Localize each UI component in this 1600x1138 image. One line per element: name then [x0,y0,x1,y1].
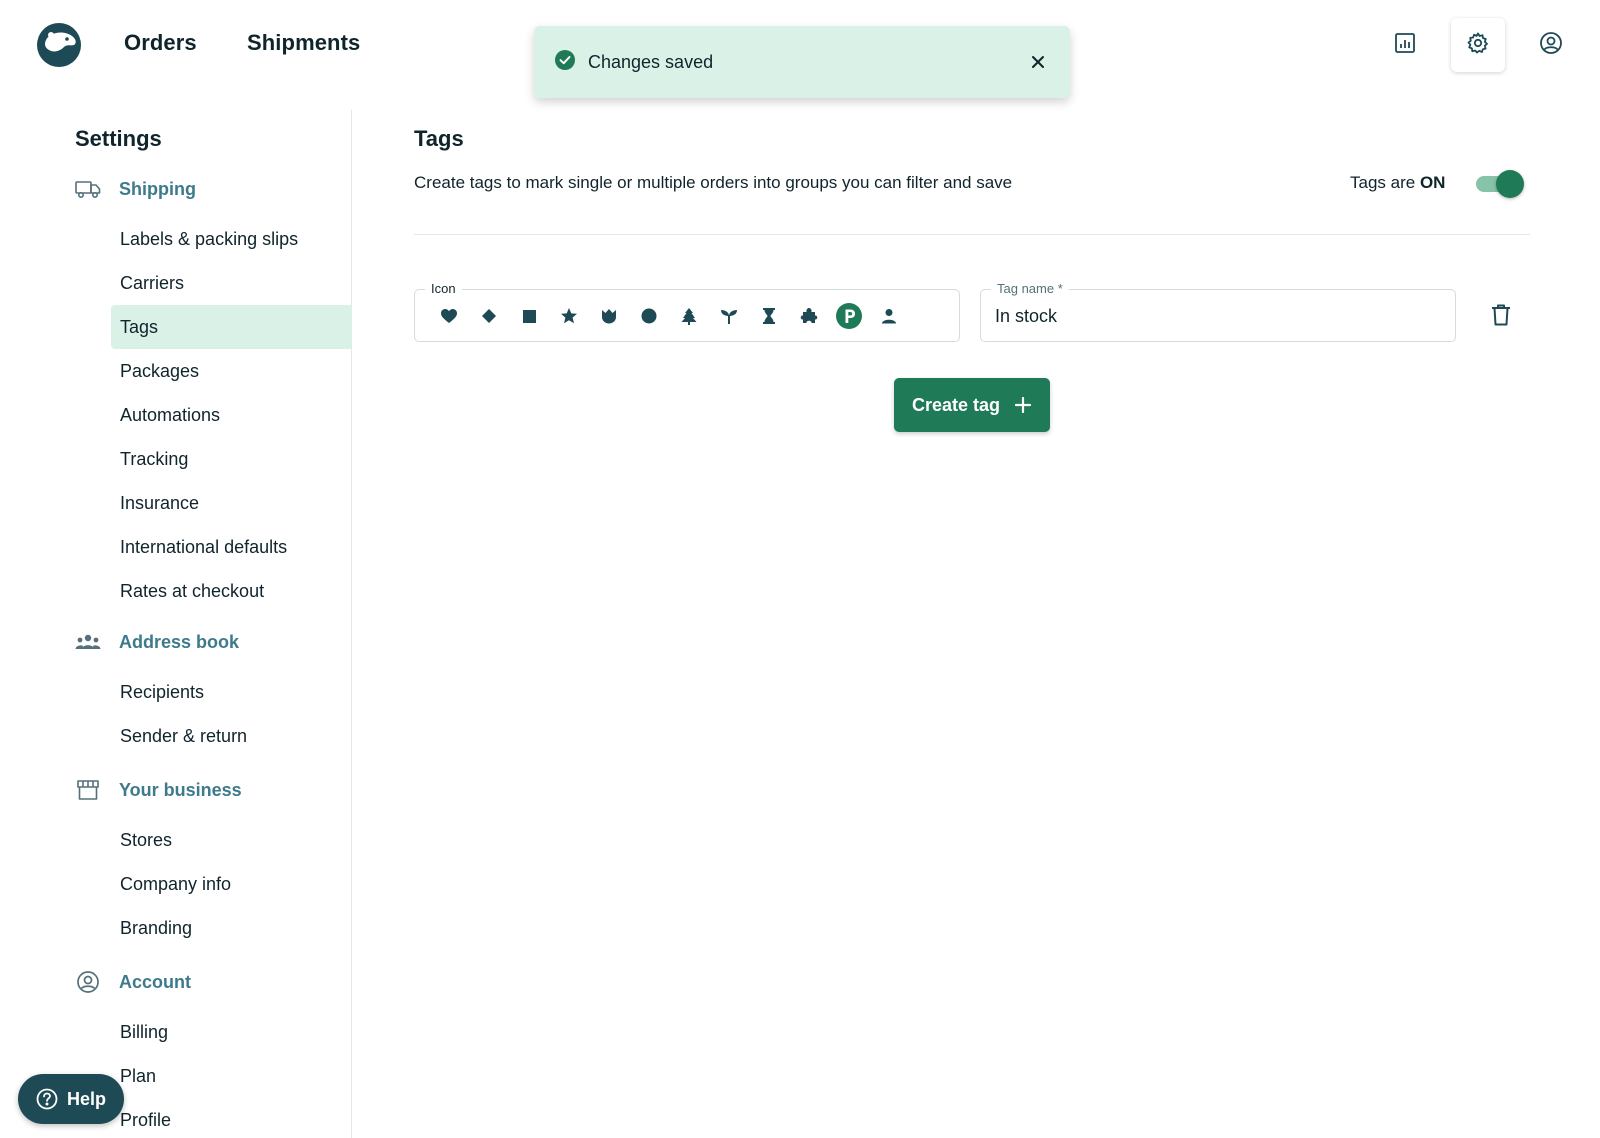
tag-name-field: Tag name * [980,281,1456,342]
tag-name-label: Tag name * [991,281,1069,296]
create-tag-label: Create tag [911,394,1001,415]
people-icon [75,629,101,655]
person-icon[interactable] [869,301,909,331]
trash-icon[interactable] [1486,300,1516,330]
sidebar-group-label: Your business [119,779,242,800]
tag-name-input[interactable] [995,302,1435,330]
sidebar-group-your-business[interactable]: Your business [75,777,242,803]
divider [414,234,1530,235]
sidebar-group-shipping[interactable]: Shipping [75,176,196,202]
close-icon[interactable] [1026,50,1050,74]
sidebar-item-tracking[interactable]: Tracking [111,437,352,481]
toggle-knob [1496,170,1524,198]
sidebar-item-stores[interactable]: Stores [111,818,352,862]
sidebar-item-billing[interactable]: Billing [111,1010,352,1054]
success-toast: Changes saved [534,26,1070,98]
heart-icon[interactable] [429,301,469,331]
user-circle-icon [75,969,101,995]
sidebar-item-rates-at-checkout[interactable]: Rates at checkout [111,569,352,613]
parking-icon[interactable] [829,301,869,331]
sidebar-item-company-info[interactable]: Company info [111,862,352,906]
check-circle-icon [554,49,576,76]
circle-icon[interactable] [629,301,669,331]
sidebar-item-international-defaults[interactable]: International defaults [111,525,352,569]
sidebar-title: Settings [75,126,162,151]
reports-button[interactable] [1378,18,1432,72]
sidebar-group-account[interactable]: Account [75,969,191,995]
star-icon[interactable] [549,301,589,331]
question-circle-icon [36,1088,58,1110]
page-description: Create tags to mark single or multiple o… [414,173,1013,192]
tags-toggle-label: Tags are ON [1350,173,1445,193]
icon-options [429,301,909,331]
sidebar-group-address-book[interactable]: Address book [75,629,239,655]
reports-icon [1394,32,1416,59]
square-icon[interactable] [509,301,549,331]
settings-button[interactable] [1451,18,1505,72]
help-button[interactable]: Help [18,1074,124,1124]
puzzle-icon[interactable] [789,301,829,331]
account-button[interactable] [1524,18,1578,72]
sprout-icon[interactable] [709,301,749,331]
nav-orders[interactable]: Orders [124,30,197,56]
icon-field-label: Icon [425,281,462,296]
sidebar-item-packages[interactable]: Packages [111,349,352,393]
help-label: Help [67,1088,107,1109]
icon-picker-field: Icon [414,281,960,342]
page-title: Tags [414,126,464,151]
plus-icon [1014,396,1032,414]
sidebar-item-labels-packing-slips[interactable]: Labels & packing slips [111,217,352,261]
storefront-icon [75,777,101,803]
sidebar-item-branding[interactable]: Branding [111,906,352,950]
sidebar-item-tags[interactable]: Tags [111,305,352,349]
sidebar-group-label: Address book [119,631,240,652]
sidebar-item-recipients[interactable]: Recipients [111,670,352,714]
truck-icon [75,176,101,202]
diamond-icon[interactable] [469,301,509,331]
sidebar-item-carriers[interactable]: Carriers [111,261,352,305]
settings-sidebar: Settings Shipping Labels & packing slips… [0,110,352,1138]
sidebar-item-profile[interactable]: Profile [111,1098,352,1138]
toggle-prefix: Tags are [1350,173,1416,192]
sidebar-group-label: Account [119,971,191,992]
hourglass-icon[interactable] [749,301,789,331]
toggle-state: ON [1419,173,1446,192]
tulip-icon[interactable] [589,301,629,331]
account-icon [1539,31,1563,60]
sidebar-item-insurance[interactable]: Insurance [111,481,352,525]
toast-message: Changes saved [588,51,714,72]
sidebar-group-label: Shipping [119,178,196,199]
gear-icon [1466,31,1490,60]
tags-toggle[interactable] [1472,168,1524,198]
tree-icon[interactable] [669,301,709,331]
nav-shipments[interactable]: Shipments [247,30,360,56]
sidebar-item-plan[interactable]: Plan [111,1054,352,1098]
sidebar-item-automations[interactable]: Automations [111,393,352,437]
logo-icon[interactable] [36,22,82,68]
sidebar-item-sender-return[interactable]: Sender & return [111,714,352,758]
create-tag-button[interactable]: Create tag [894,378,1050,432]
